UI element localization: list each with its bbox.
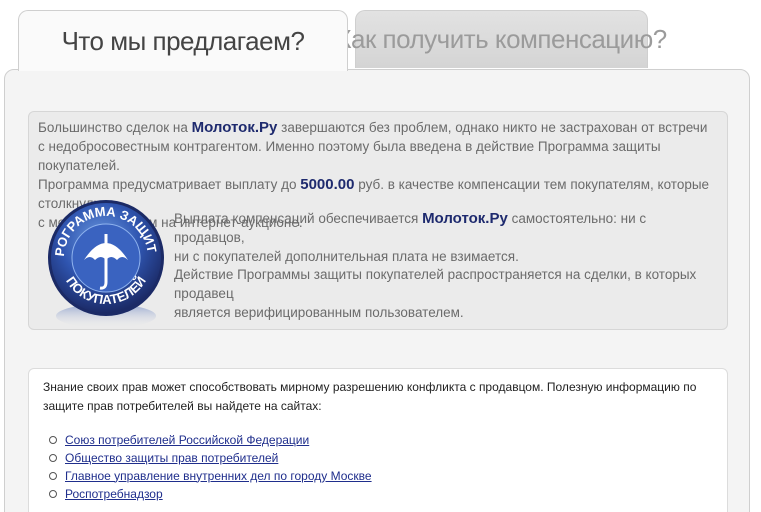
brand-name: Молоток.Ру (191, 119, 278, 136)
useful-links-list: Союз потребителей Российской Федерации О… (49, 431, 372, 503)
bullet-icon (49, 490, 57, 498)
brand-name: Молоток.Ру (422, 210, 508, 227)
consumer-rights-text: Знание своих прав может способствовать м… (43, 380, 697, 413)
tab-what-we-offer[interactable]: Что мы предлагаем? (18, 10, 348, 71)
tab-label: Как получить компенсацию? (336, 24, 667, 54)
link-consumer-protection-society[interactable]: Общество защиты прав потребителей (65, 449, 278, 468)
list-item: Роспотребнадзор (49, 485, 372, 503)
scope-text: Действие Программы защиты покупателей ра… (174, 267, 697, 320)
list-item: Главное управление внутренних дел по гор… (49, 467, 372, 485)
list-item: Союз потребителей Российской Федерации (49, 431, 372, 449)
bullet-icon (49, 436, 57, 444)
link-consumer-union[interactable]: Союз потребителей Российской Федерации (65, 431, 309, 450)
bullet-icon (49, 472, 57, 480)
link-moscow-police[interactable]: Главное управление внутренних дел по гор… (65, 467, 372, 486)
bullet-icon (49, 454, 57, 462)
tab-bar: Что мы предлагаем? Как получить компенса… (0, 0, 761, 71)
list-item: Общество защиты прав потребителей (49, 449, 372, 467)
program-info-box: Большинство сделок на Молоток.Ру заверша… (28, 111, 728, 330)
compensation-amount: 5000.00 (300, 176, 355, 193)
buyer-protection-badge-icon: ПРОГРАММА ЗАЩИТЫ ПОКУПАТЕЛЕЙ (44, 196, 164, 328)
consumer-rights-box: Знание своих прав может способствовать м… (28, 368, 728, 512)
compensation-text: Выплата компенсаций обеспечивается Молот… (174, 210, 647, 264)
link-rospotrebnadzor[interactable]: Роспотребнадзор (65, 485, 163, 504)
tab-label: Что мы предлагаем? (61, 25, 305, 56)
tab-how-to-get-compensation[interactable]: Как получить компенсацию? (336, 10, 667, 68)
